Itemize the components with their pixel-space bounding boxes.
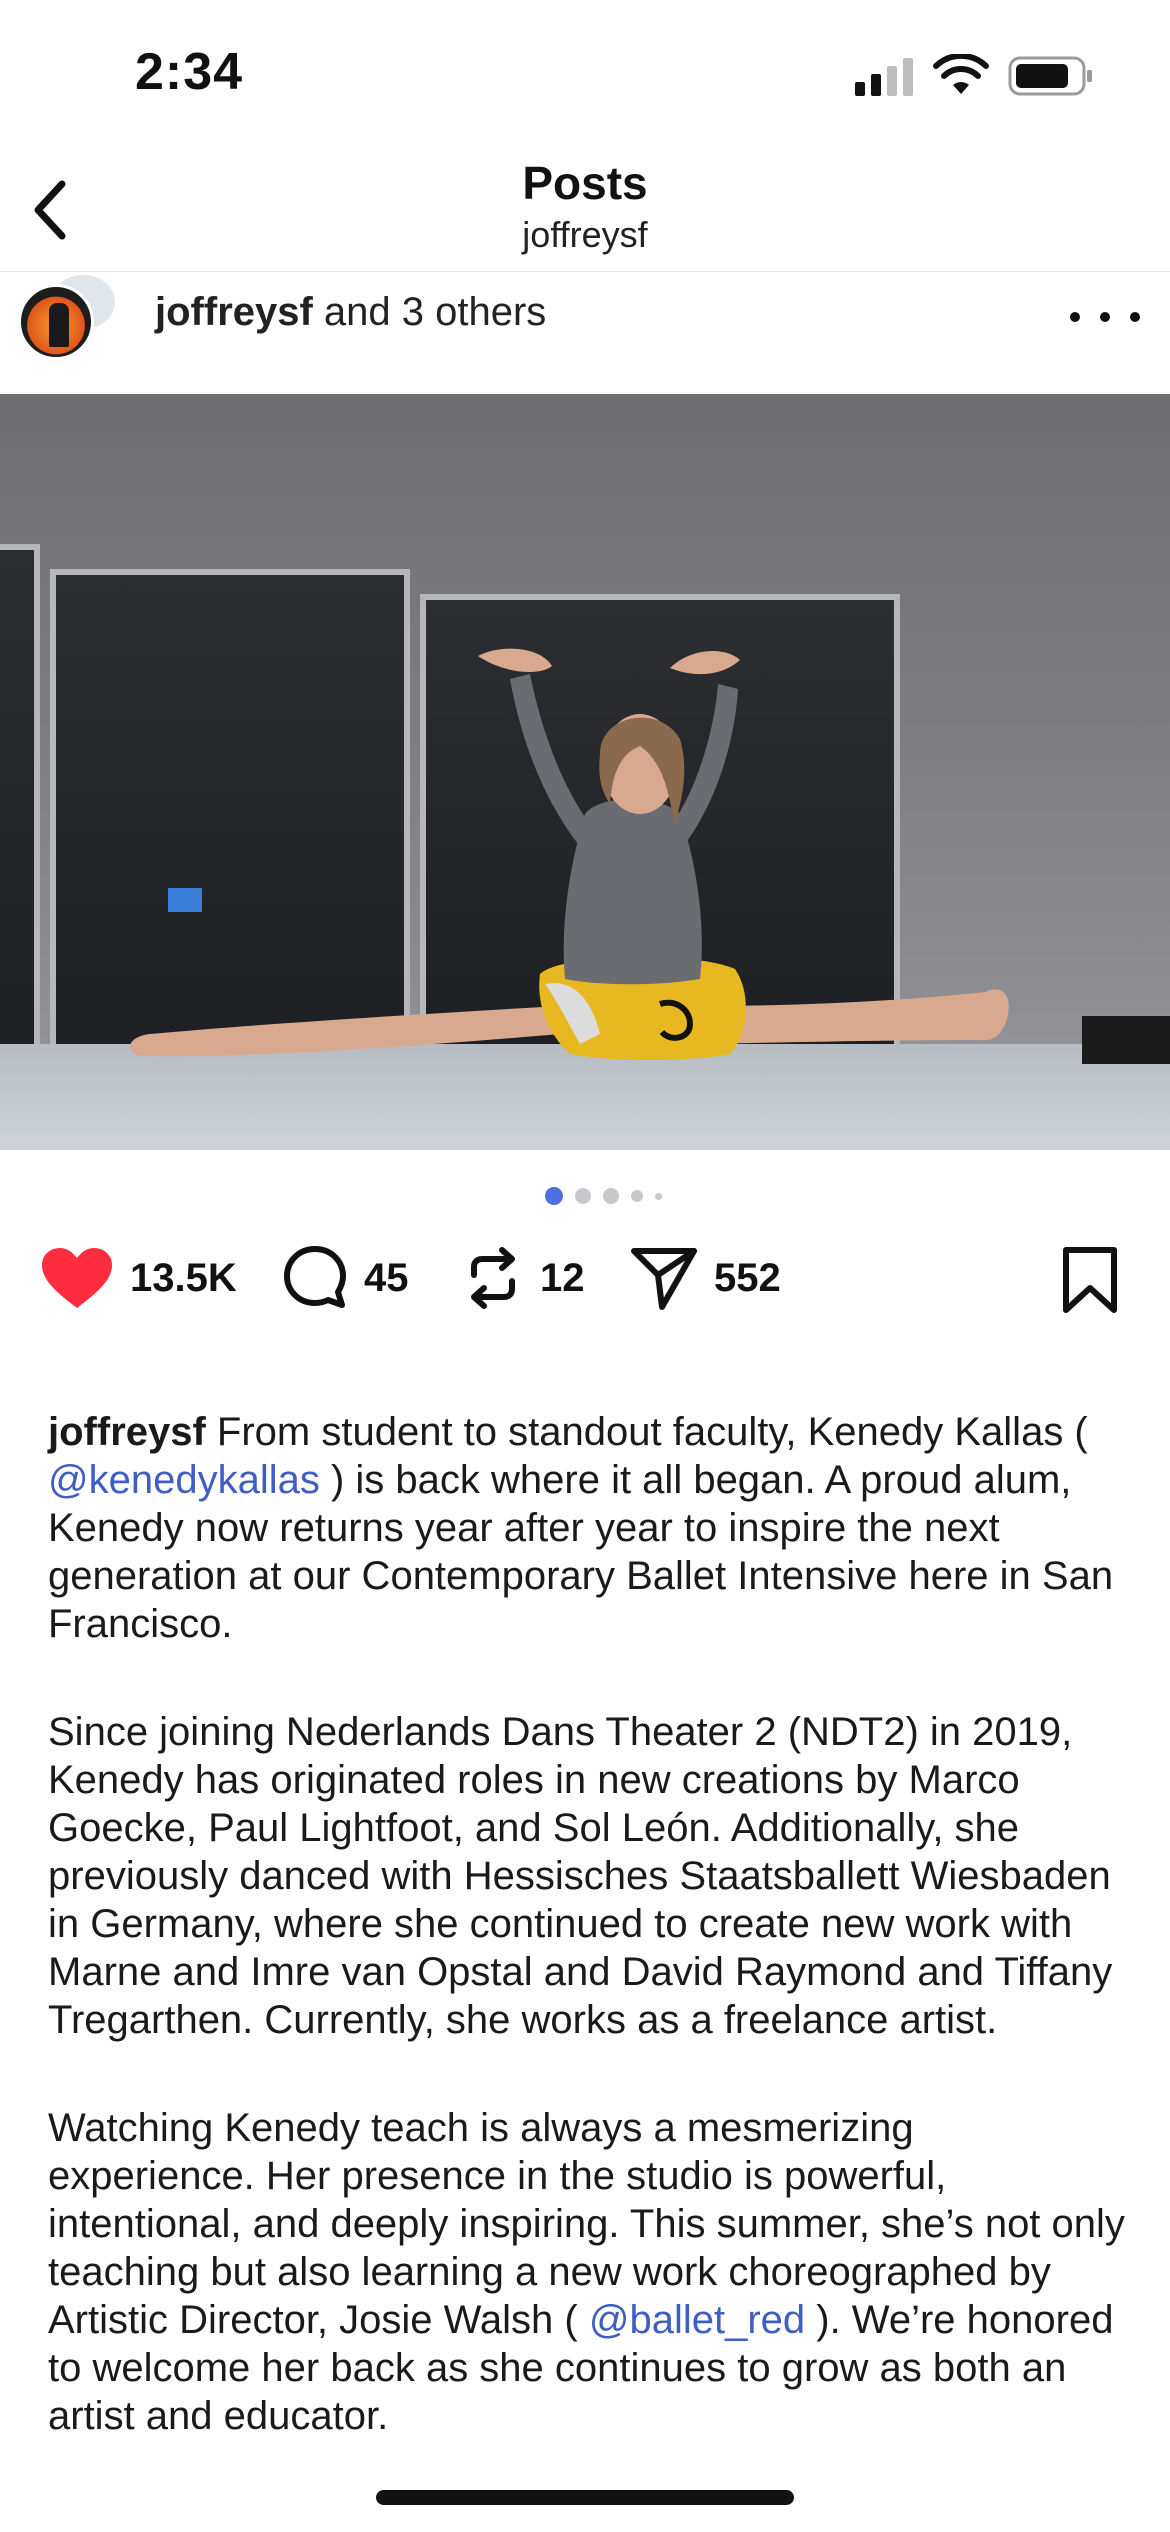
repost-button[interactable]: 12 xyxy=(462,1238,585,1318)
heart-icon xyxy=(42,1248,112,1308)
caption-username[interactable]: joffreysf xyxy=(48,1410,206,1454)
coauthors-text[interactable]: and 3 others xyxy=(313,290,546,334)
share-count: 552 xyxy=(714,1255,781,1300)
carousel-dot xyxy=(655,1192,662,1200)
share-button[interactable]: 552 xyxy=(630,1238,781,1318)
carousel-dots xyxy=(545,1186,662,1206)
comment-icon xyxy=(284,1246,346,1308)
comment-count: 45 xyxy=(364,1255,409,1300)
author-avatars[interactable] xyxy=(18,272,123,367)
carousel-dot xyxy=(575,1188,591,1204)
page-title: Posts xyxy=(522,157,648,209)
mention-link[interactable]: @ballet_red xyxy=(589,2298,805,2342)
more-icon[interactable] xyxy=(1070,302,1140,332)
carousel-dot xyxy=(603,1188,619,1204)
post-photo[interactable] xyxy=(0,394,1170,1150)
wifi-icon xyxy=(933,54,989,94)
like-count: 13.5K xyxy=(130,1255,237,1300)
mention-link[interactable]: @kenedykallas xyxy=(48,1458,320,1502)
nav-header: Posts joffreysf xyxy=(0,150,1170,272)
caption-paragraph: joffreysf From student to standout facul… xyxy=(48,1408,1128,1648)
share-icon xyxy=(631,1248,697,1310)
action-bar: 13.5K 45 12 552 xyxy=(0,1238,1170,1318)
caption-paragraph: Watching Kenedy teach is always a mesmer… xyxy=(48,2104,1128,2440)
status-bar: 2:34 xyxy=(0,0,1170,150)
page-subtitle: joffreysf xyxy=(522,214,648,255)
author-avatar xyxy=(18,284,94,360)
caption-paragraph: Since joining Nederlands Dans Theater 2 … xyxy=(48,1710,1113,2042)
battery-icon xyxy=(1008,56,1092,96)
home-indicator[interactable] xyxy=(376,2490,794,2505)
author-line[interactable]: joffreysf and 3 others xyxy=(155,290,546,335)
author-username[interactable]: joffreysf xyxy=(155,290,313,334)
caption-text: From student to standout faculty, Kenedy… xyxy=(205,1410,1088,1454)
status-time: 2:34 xyxy=(135,43,244,101)
like-button[interactable]: 13.5K xyxy=(40,1238,237,1318)
bookmark-icon[interactable] xyxy=(1058,1246,1122,1314)
carousel-dot xyxy=(631,1190,643,1202)
repost-count: 12 xyxy=(540,1255,585,1300)
cellular-signal-icon xyxy=(855,58,913,96)
carousel-dot-active xyxy=(545,1187,563,1205)
comment-button[interactable]: 45 xyxy=(282,1238,409,1318)
post-header: joffreysf and 3 others xyxy=(0,272,1170,394)
repost-icon xyxy=(471,1247,515,1309)
dancer-figure xyxy=(129,648,1009,1060)
post-caption: joffreysf From student to standout facul… xyxy=(48,1408,1128,2500)
